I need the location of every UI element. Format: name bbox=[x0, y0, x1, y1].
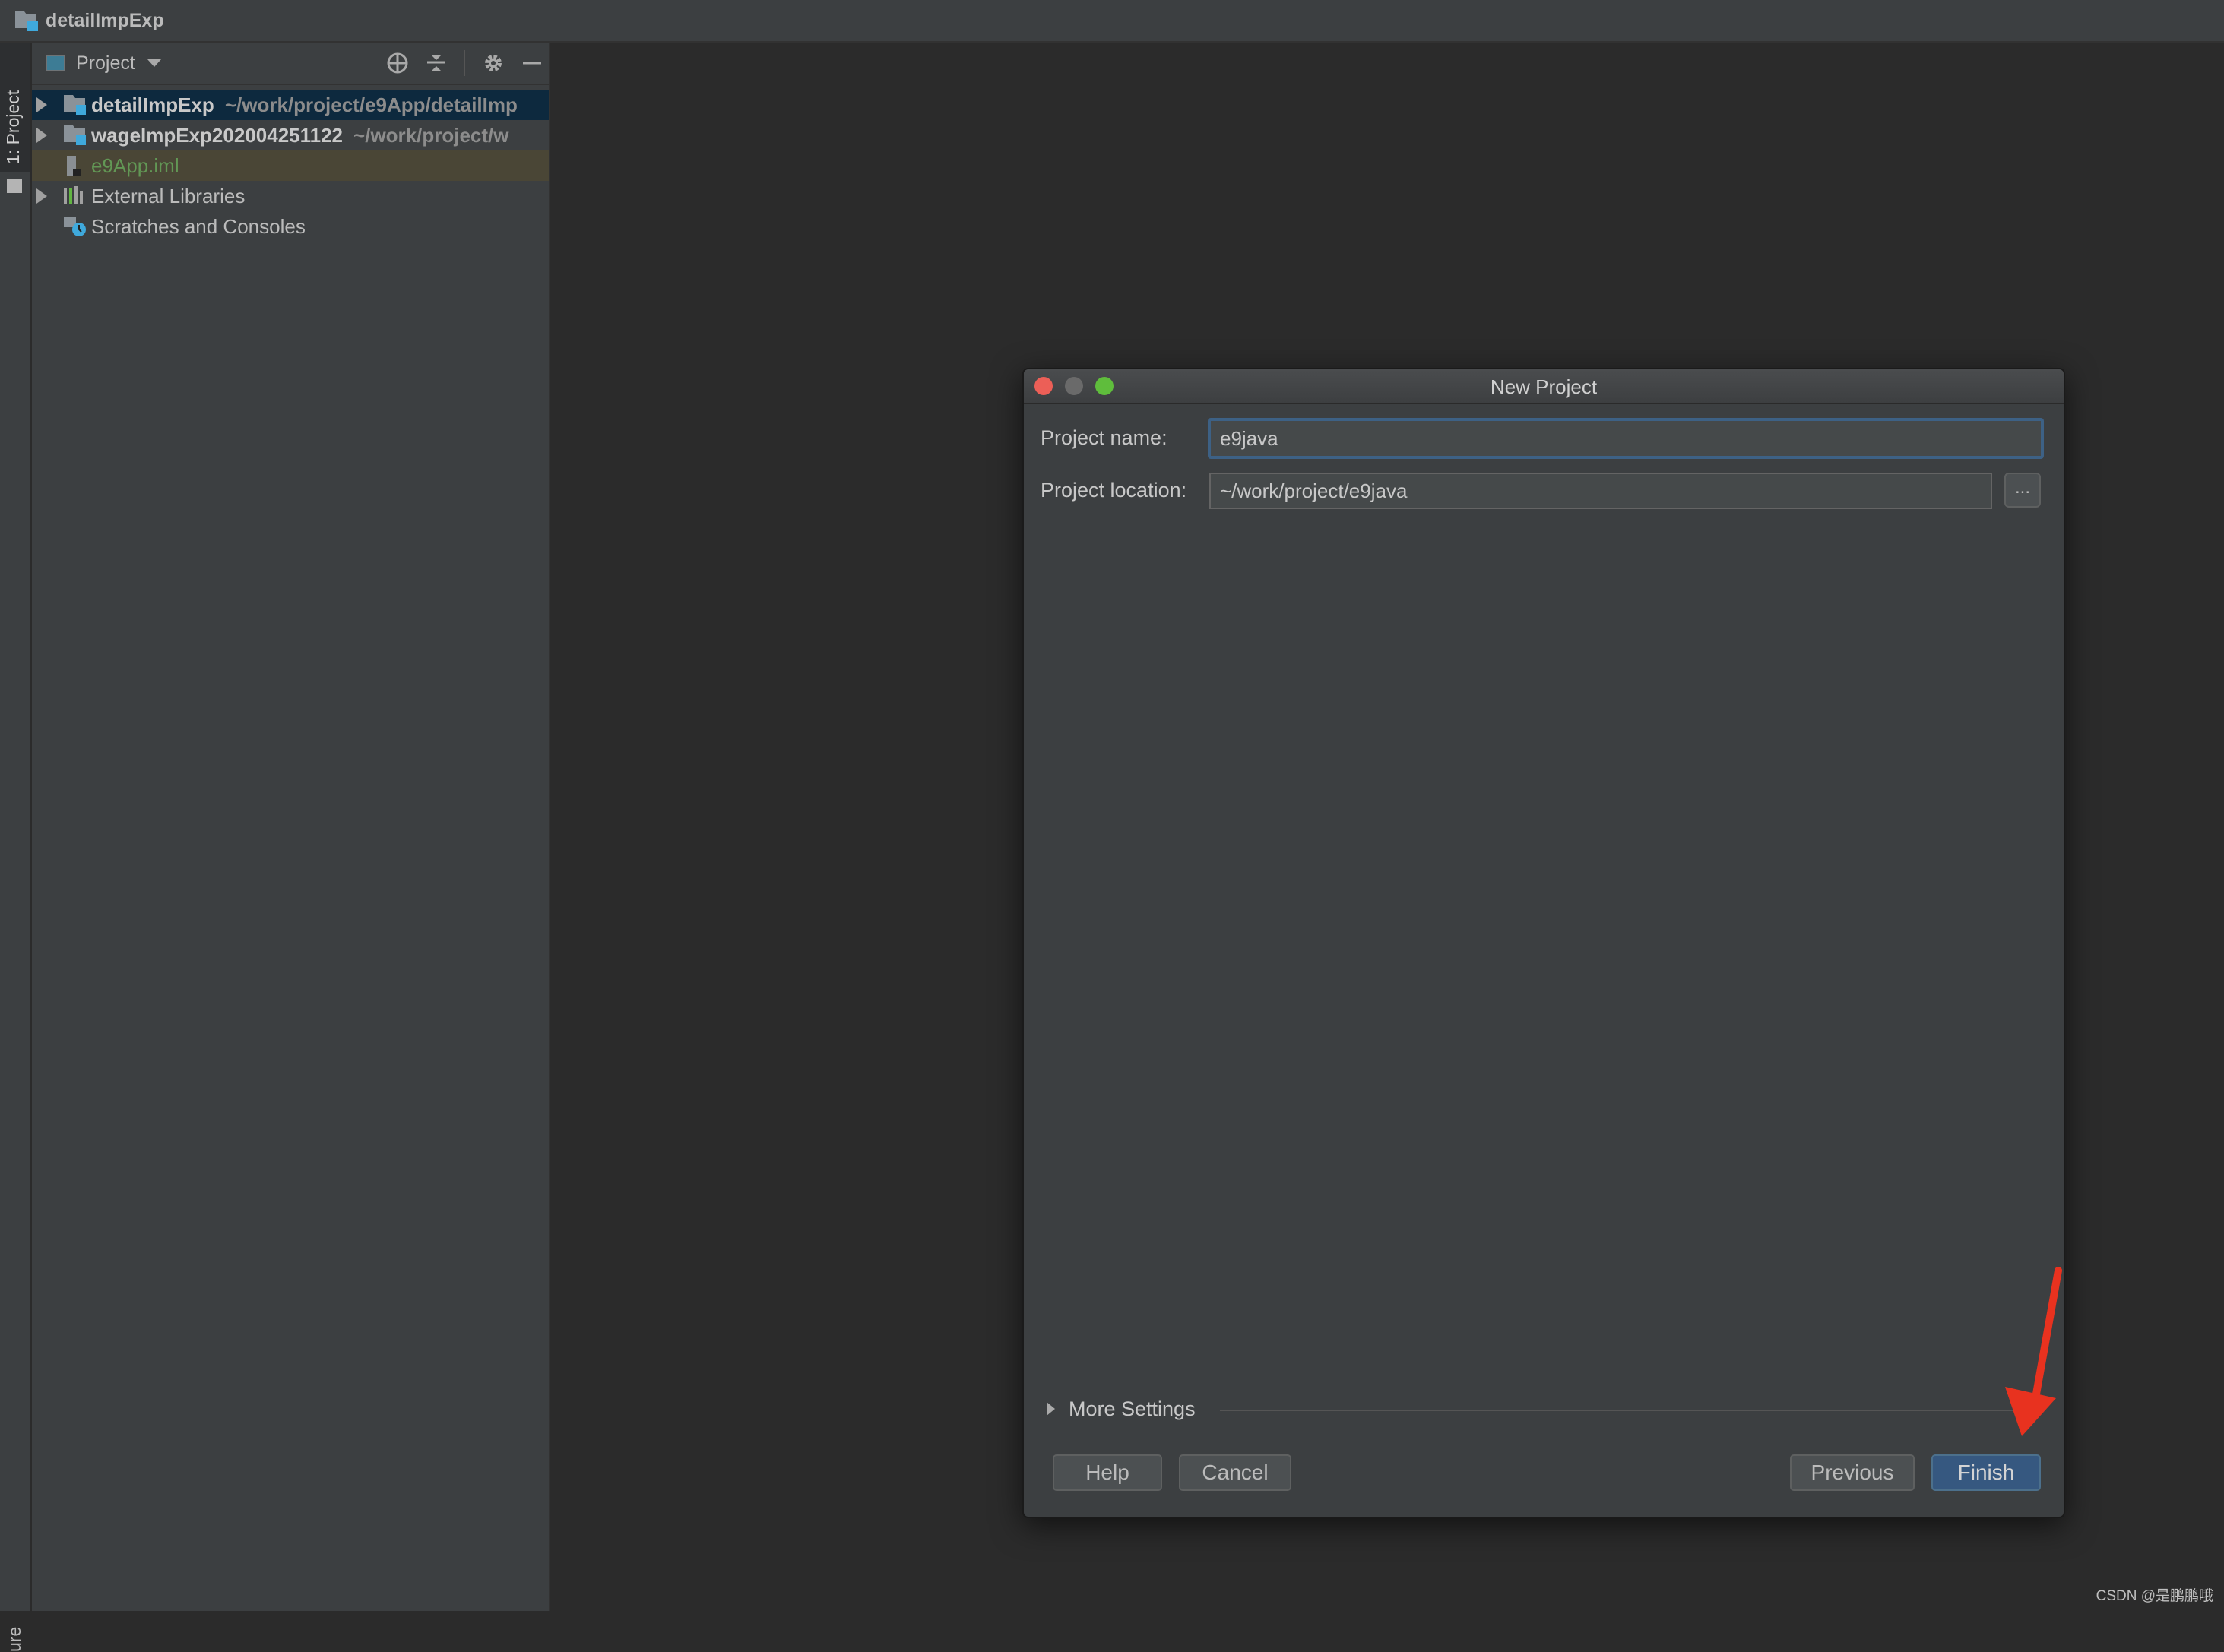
tree-item-wageImpExp[interactable]: wageImpExp202004251122 ~/work/project/w bbox=[32, 120, 549, 150]
project-location-input[interactable] bbox=[1209, 473, 1992, 509]
tree-item-e9App-iml[interactable]: e9App.iml bbox=[32, 150, 549, 181]
help-button[interactable]: Help bbox=[1053, 1454, 1162, 1491]
annotation-arrow-icon bbox=[2005, 1267, 2062, 1436]
more-settings-divider bbox=[1220, 1410, 2026, 1411]
new-project-dialog: New Project Project name: Project locati… bbox=[1022, 368, 2065, 1518]
window-title-bar: detailImpExp bbox=[0, 0, 2224, 43]
tree-item-scratches[interactable]: Scratches and Consoles bbox=[32, 211, 549, 242]
locate-icon[interactable] bbox=[386, 52, 409, 74]
tree-item-label: wageImpExp202004251122 bbox=[91, 123, 344, 147]
toolbar-separator bbox=[464, 50, 465, 76]
project-name-row: Project name: bbox=[1041, 418, 1208, 457]
finish-button[interactable]: Finish bbox=[1931, 1454, 2041, 1491]
tree-item-label: Scratches and Consoles bbox=[91, 214, 306, 238]
chevron-down-icon[interactable] bbox=[147, 59, 161, 67]
project-panel-header: Project bbox=[32, 43, 549, 85]
settings-icon[interactable] bbox=[482, 52, 505, 74]
project-panel: Project detailImpExp ~/work/project/e9App… bbox=[32, 43, 550, 1611]
tree-item-label: e9App.iml bbox=[91, 153, 179, 177]
more-settings-label: More Settings bbox=[1069, 1397, 1196, 1420]
dialog-title: New Project bbox=[1490, 375, 1598, 398]
previous-button[interactable]: Previous bbox=[1790, 1454, 1915, 1491]
tree-item-path: ~/work/project/w bbox=[353, 123, 509, 147]
expand-arrow-icon[interactable] bbox=[36, 128, 47, 143]
browse-button[interactable]: ... bbox=[2004, 473, 2041, 508]
project-tree: detailImpExp ~/work/project/e9App/detailI… bbox=[32, 85, 549, 242]
dialog-title-bar: New Project bbox=[1024, 369, 2064, 404]
scratches-icon bbox=[64, 217, 86, 236]
left-tool-stripe: 1: Project ure bbox=[0, 43, 32, 1652]
tree-item-external-libraries[interactable]: External Libraries bbox=[32, 181, 549, 211]
tree-item-detailImpExp[interactable]: detailImpExp ~/work/project/e9App/detailI… bbox=[32, 90, 549, 120]
module-folder-icon bbox=[64, 95, 86, 115]
view-selector-label[interactable]: Project bbox=[76, 52, 135, 74]
project-name-input[interactable] bbox=[1208, 418, 2044, 459]
expand-arrow-icon[interactable] bbox=[36, 188, 47, 204]
tree-item-path: ~/work/project/e9App/detailImp bbox=[224, 93, 518, 116]
panel-toolbar bbox=[386, 43, 543, 84]
watermark: CSDN @是鹏鹏哦 bbox=[2096, 1588, 2213, 1604]
project-location-label: Project location: bbox=[1041, 478, 1187, 502]
project-name-label: Project name: bbox=[1041, 426, 1167, 449]
collapse-all-icon[interactable] bbox=[426, 52, 447, 74]
tree-item-label: detailImpExp bbox=[91, 93, 214, 116]
tree-item-label: External Libraries bbox=[91, 184, 246, 207]
module-folder-icon bbox=[64, 125, 86, 145]
project-folder-icon bbox=[15, 11, 38, 31]
expand-arrow-icon[interactable] bbox=[36, 97, 47, 112]
expand-arrow-icon bbox=[1047, 1402, 1055, 1416]
hide-icon[interactable] bbox=[521, 52, 543, 74]
iml-file-icon bbox=[67, 156, 81, 176]
structure-tool-tab[interactable]: ure bbox=[5, 1627, 25, 1652]
project-view-icon bbox=[46, 55, 65, 71]
project-location-row: Project location: bbox=[1041, 471, 1208, 509]
cancel-button[interactable]: Cancel bbox=[1179, 1454, 1291, 1491]
more-settings-toggle[interactable]: More Settings bbox=[1047, 1394, 1196, 1424]
window-title: detailImpExp bbox=[46, 9, 164, 31]
libraries-icon bbox=[64, 186, 83, 204]
project-tool-tab[interactable]: 1: Project bbox=[0, 43, 30, 193]
project-tool-tab-label: 1: Project bbox=[3, 90, 23, 164]
folder-icon bbox=[7, 179, 22, 193]
